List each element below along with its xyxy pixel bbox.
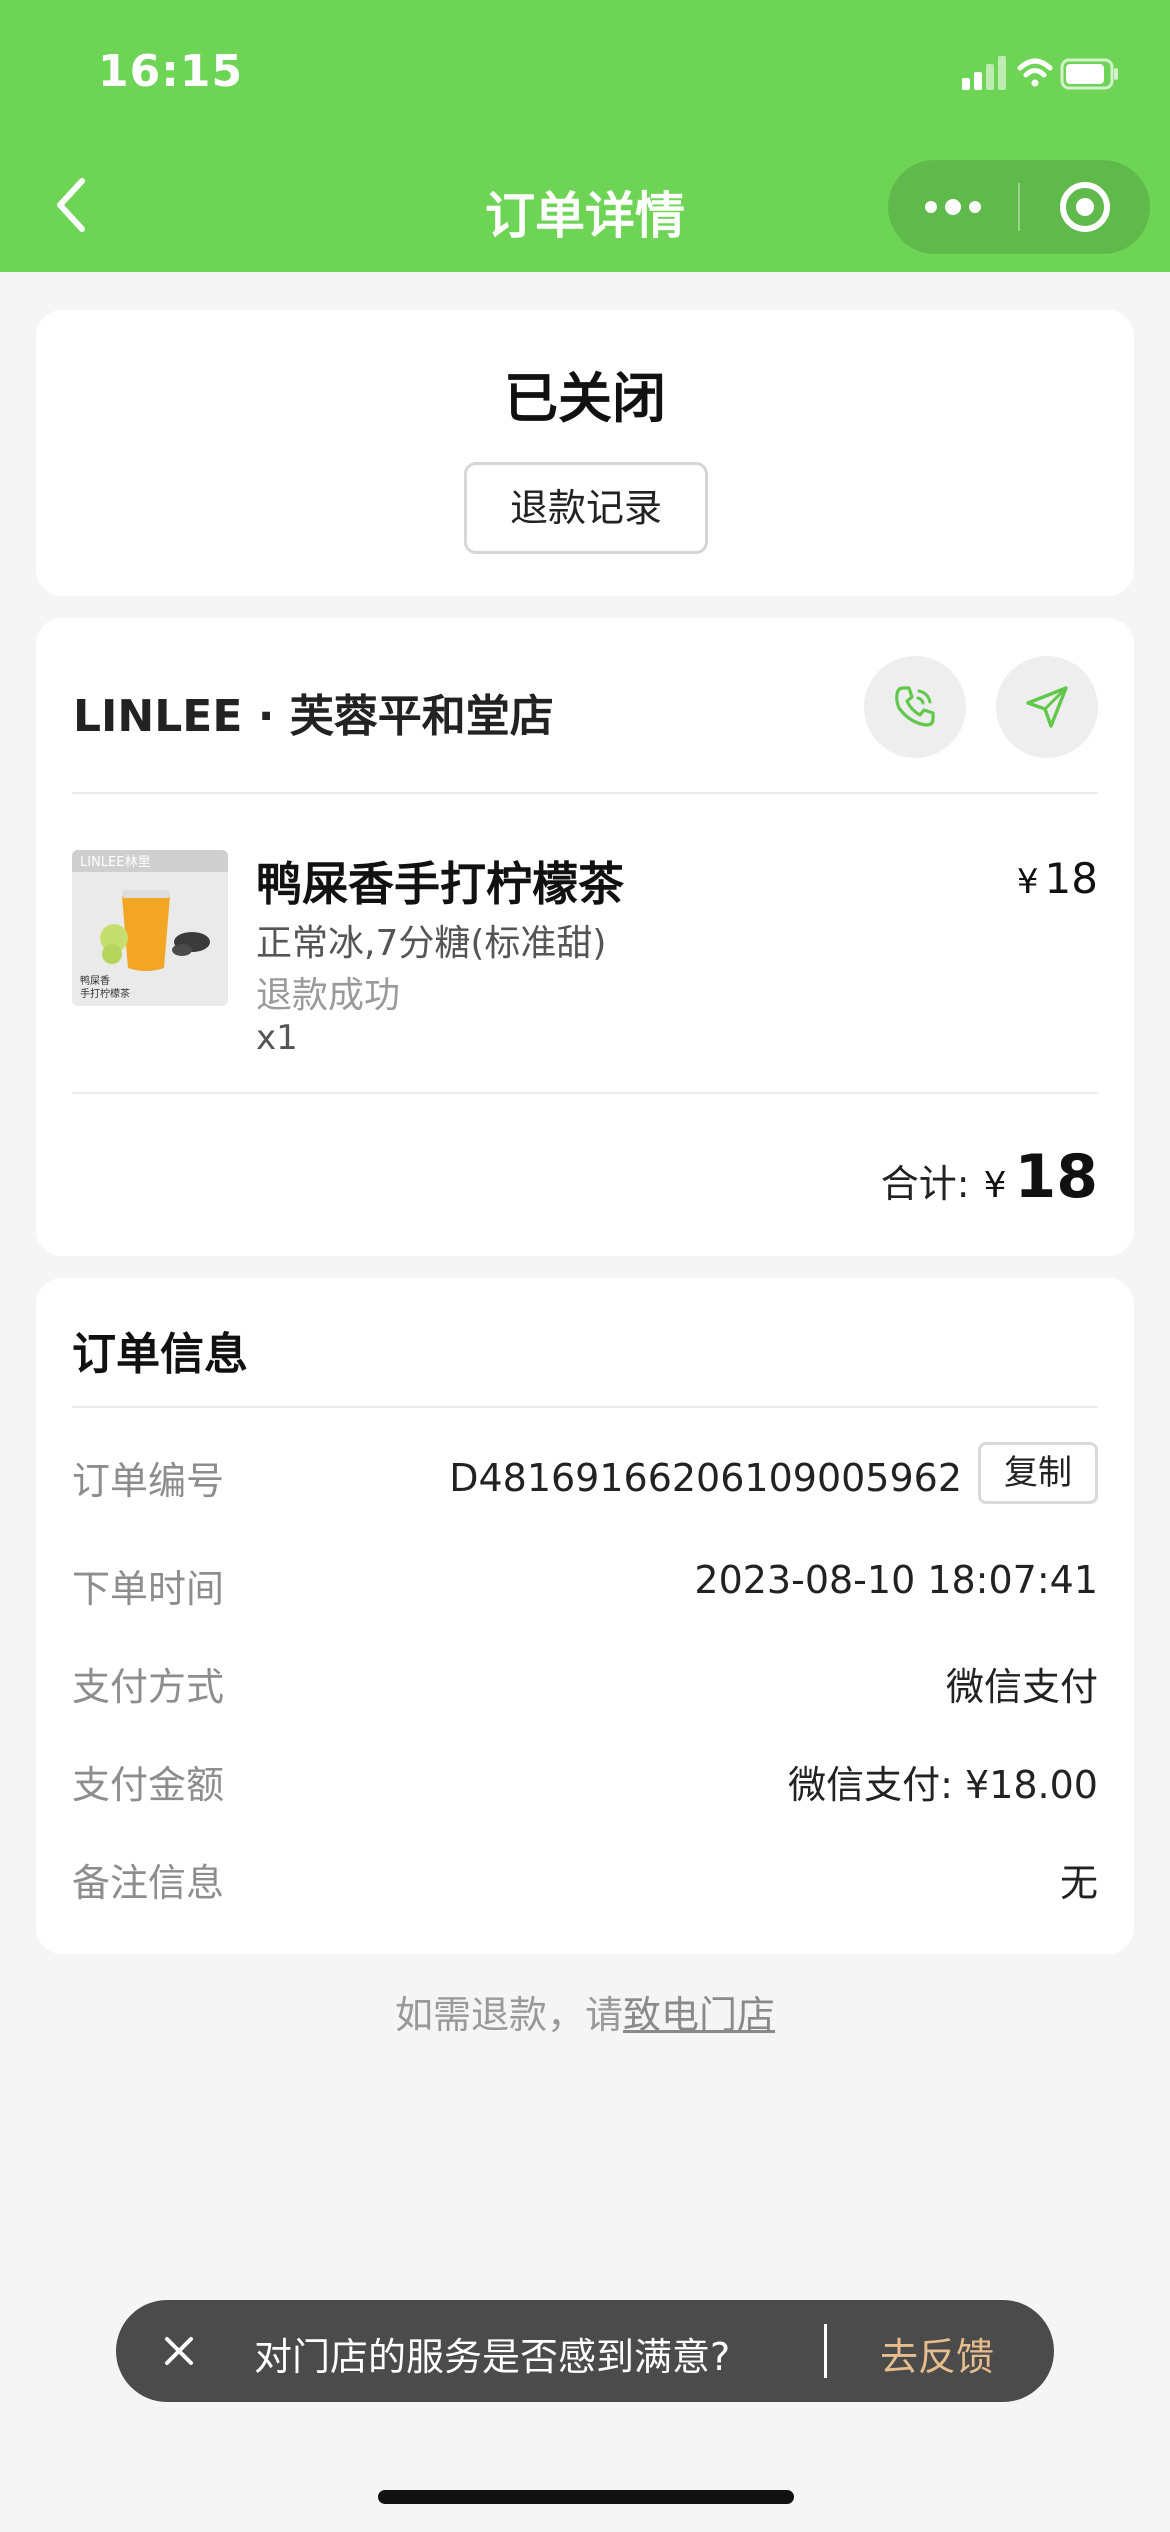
total-symbol: ¥ <box>983 1165 1007 1206</box>
info-key: 订单编号 <box>72 1459 225 1503</box>
product-quantity: x1 <box>256 1018 298 1058</box>
mini-program-capsule <box>888 160 1150 254</box>
product-image[interactable]: LINLEE林里 鸭屎香 手打柠檬茶 <box>72 850 228 1006</box>
info-row-payment-amount: 支付金额 微信支付: ¥18.00 <box>72 1754 1098 1814</box>
total-value: 18 <box>1014 1142 1099 1212</box>
order-info-title: 订单信息 <box>72 1329 248 1380</box>
more-button[interactable] <box>888 160 1018 254</box>
refund-tip-text: 如需退款，请 <box>394 1993 623 2037</box>
info-row-payment-method: 支付方式 微信支付 <box>72 1656 1098 1716</box>
remark-value: 无 <box>1059 1861 1098 1905</box>
status-icons <box>962 56 1118 90</box>
product-price: ¥18 <box>1017 854 1098 903</box>
header-bar: 16:15 订单详情 <box>0 0 1170 272</box>
order-number-value: D4816916620610900596​2 <box>449 1456 962 1500</box>
info-key: 支付金额 <box>72 1763 225 1807</box>
battery-icon <box>1060 58 1118 90</box>
divider <box>72 1092 1098 1094</box>
product-name: 鸭屎香手打柠檬茶 <box>256 857 624 911</box>
info-key: 下单时间 <box>72 1567 225 1611</box>
order-info-card: 订单信息 订单编号 D4816916620610900596​2 复制 下单时间… <box>36 1278 1134 1954</box>
go-feedback-link[interactable]: 去反馈 <box>880 2326 994 2381</box>
navigate-store-button[interactable] <box>996 656 1098 758</box>
close-mini-program-button[interactable] <box>1020 160 1150 254</box>
feedback-divider <box>824 2324 827 2378</box>
refund-tip: 如需退款，请致电门店 <box>0 1984 1170 2039</box>
more-dots-icon <box>925 199 981 215</box>
product-image-brand: LINLEE林里 <box>80 855 150 870</box>
refund-record-button[interactable]: 退款记录 <box>464 462 708 554</box>
feedback-question: 对门店的服务是否感到满意? <box>254 2335 731 2379</box>
info-row-order-time: 下单时间 2023-08-10 18:07:41 <box>72 1558 1098 1618</box>
store-name: LINLEE · 芙蓉平和堂店 <box>73 691 554 742</box>
info-key: 支付方式 <box>72 1665 225 1709</box>
feedback-banner: 对门店的服务是否感到满意? 去反馈 <box>116 2300 1054 2402</box>
info-key: 备注信息 <box>72 1861 225 1905</box>
target-circle-icon <box>1060 182 1110 232</box>
store-order-card: LINLEE · 芙蓉平和堂店 LINLEE林里 鸭屎香 手打柠檬茶 鸭屎香手打… <box>36 618 1134 1256</box>
status-time: 16:15 <box>98 46 244 97</box>
phone-icon <box>895 686 935 727</box>
signal-icon <box>962 56 1006 90</box>
product-spec: 正常冰,7分糖(标准甜) <box>256 923 607 964</box>
total-label: 合计: <box>880 1162 970 1206</box>
close-icon <box>165 2337 193 2365</box>
order-time-value: 2023-08-10 18:07:41 <box>694 1558 1098 1602</box>
payment-amount-value: 微信支付: ¥18.00 <box>788 1763 1098 1807</box>
navigate-icon <box>1026 686 1068 728</box>
home-indicator <box>378 2490 794 2504</box>
payment-method-value: 微信支付 <box>945 1665 1098 1709</box>
product-image-caption-1: 鸭屎香 <box>80 974 110 987</box>
product-refund-status: 退款成功 <box>256 975 401 1016</box>
call-store-link[interactable]: 致电门店 <box>623 1993 775 2037</box>
info-row-remark: 备注信息 无 <box>72 1852 1098 1912</box>
call-store-button[interactable] <box>864 656 966 758</box>
product-image-caption-2: 手打柠檬茶 <box>80 987 130 1000</box>
wifi-icon <box>1017 58 1053 87</box>
product-price-value: 18 <box>1044 854 1098 903</box>
divider <box>72 1406 1098 1408</box>
close-feedback-button[interactable] <box>150 2322 208 2380</box>
order-total: 合计: ¥ 18 <box>881 1142 1098 1212</box>
product-price-symbol: ¥ <box>1016 862 1039 902</box>
info-row-order-number: 订单编号 D4816916620610900596​2 复制 <box>72 1442 1098 1510</box>
order-status-title: 已关闭 <box>504 367 666 430</box>
copy-order-number-button[interactable]: 复制 <box>978 1442 1098 1504</box>
divider <box>72 792 1098 794</box>
order-status-card: 已关闭 退款记录 <box>36 310 1134 596</box>
